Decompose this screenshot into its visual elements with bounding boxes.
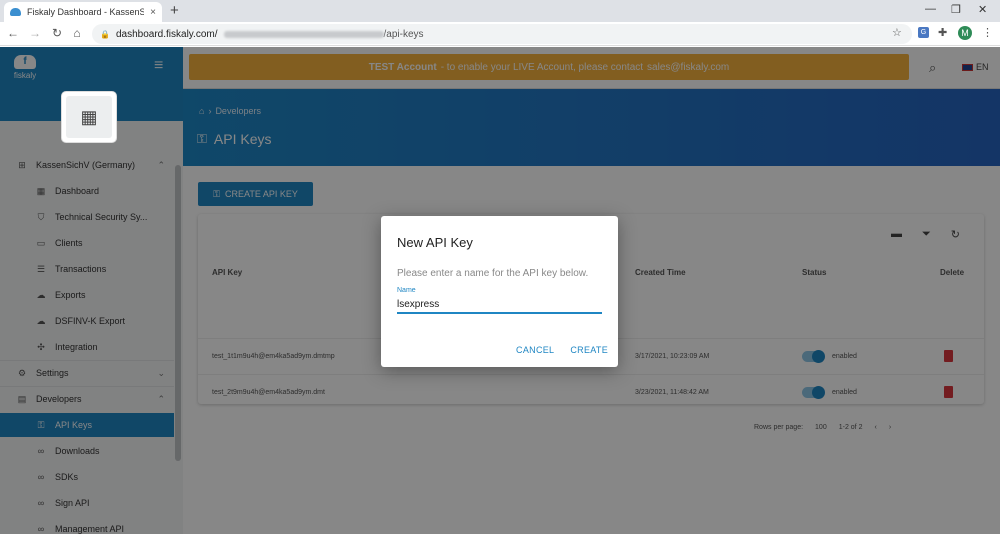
forward-arrow-icon[interactable]: → [28, 26, 42, 40]
window-restore-button[interactable]: ❐ [951, 3, 961, 16]
reload-icon[interactable]: ↻ [50, 26, 64, 40]
browser-menu-icon[interactable]: ⋮ [982, 26, 993, 39]
home-icon[interactable]: ⌂ [70, 26, 84, 40]
new-api-key-dialog: New API Key Please enter a name for the … [381, 216, 618, 367]
url-host: dashboard.fiskaly.com/ [115, 28, 218, 40]
cancel-button[interactable]: CANCEL [516, 345, 554, 355]
address-bar: ← → ↻ ⌂ 🔒 dashboard.fiskaly.com/ /api-ke… [0, 22, 1000, 46]
organization-avatar[interactable]: ▦ [61, 91, 117, 143]
window-minimize-button[interactable]: — [925, 3, 936, 15]
dialog-title: New API Key [397, 235, 473, 250]
bookmark-star-icon[interactable]: ☆ [892, 26, 902, 39]
fiskaly-favicon-icon [10, 8, 21, 16]
url-input[interactable]: 🔒 dashboard.fiskaly.com/ /api-keys [92, 24, 912, 44]
translate-extension-icon[interactable]: G [918, 27, 929, 38]
create-button[interactable]: CREATE [570, 345, 608, 355]
window-close-button[interactable]: ✕ [978, 3, 987, 16]
tab-close-icon[interactable]: × [150, 7, 156, 18]
extensions-puzzle-icon[interactable]: ✚ [938, 26, 947, 39]
tab-title: Fiskaly Dashboard - KassenSichV [27, 7, 145, 17]
browser-tab[interactable]: Fiskaly Dashboard - KassenSichV × [4, 2, 162, 22]
lock-icon: 🔒 [100, 29, 110, 39]
dialog-description: Please enter a name for the API key belo… [397, 268, 589, 279]
new-tab-button[interactable]: + [170, 2, 179, 20]
dialog-actions: CANCEL CREATE [516, 345, 608, 355]
building-icon: ▦ [66, 96, 112, 138]
name-input[interactable] [397, 296, 602, 314]
url-path: /api-keys [383, 28, 424, 40]
url-redacted [223, 30, 384, 38]
name-field-label: Name [397, 287, 416, 294]
profile-avatar[interactable]: M [958, 26, 972, 40]
browser-tabstrip: Fiskaly Dashboard - KassenSichV × + — ❐ … [0, 0, 1000, 22]
back-arrow-icon[interactable]: ← [6, 26, 20, 40]
